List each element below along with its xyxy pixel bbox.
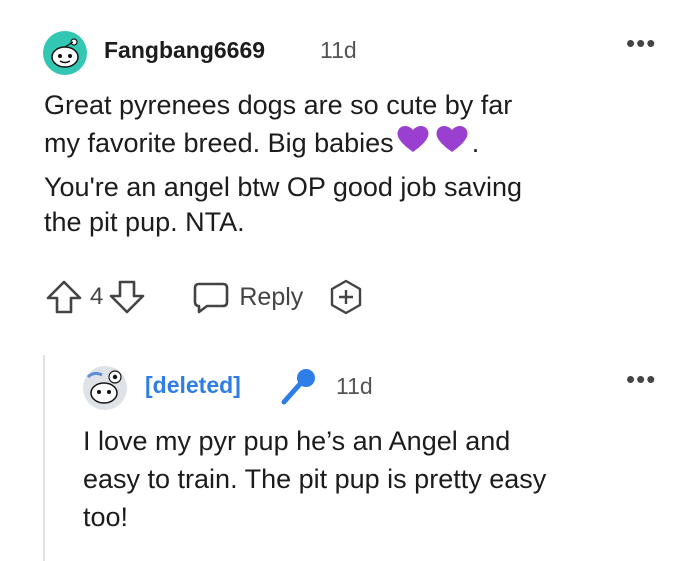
downvote-icon[interactable] (107, 279, 147, 315)
body-line: too! (83, 502, 129, 532)
body-line-text: my favorite breed. Big babies (44, 128, 394, 158)
thread-line[interactable] (43, 355, 45, 561)
deleted-username: [deleted] (145, 372, 241, 398)
purple-heart-icon (397, 125, 468, 152)
body-line: easy to train. The pit pup is pretty eas… (83, 464, 547, 494)
vote-count: 4 (90, 283, 104, 310)
comment-bubble-icon (194, 282, 229, 314)
username[interactable]: Fangbang6669 (104, 37, 265, 64)
reply-label: Reply (239, 282, 304, 311)
body-line: the pit pup. NTA. (44, 207, 245, 237)
more-options-icon[interactable]: ••• (626, 30, 656, 56)
body-line: Great pyrenees dogs are so cute by far (44, 90, 513, 120)
microphone-icon (281, 369, 315, 405)
reply-button[interactable]: Reply (191, 279, 303, 315)
comment-age: 11d (320, 37, 357, 63)
body-line-text: . (471, 128, 480, 158)
user-avatar[interactable] (42, 30, 88, 76)
body-line: I love my pyr pup he’s an Angel and (83, 426, 511, 456)
more-options-icon[interactable]: ••• (626, 366, 656, 392)
deleted-user-avatar (83, 366, 127, 410)
award-icon[interactable] (327, 278, 365, 316)
upvote-icon[interactable] (44, 279, 84, 315)
body-line: my favorite breed. Big babies . (44, 122, 479, 160)
reply-age: 11d (336, 373, 373, 399)
comment-actions: 4 Reply (44, 278, 365, 316)
body-line: You're an angel btw OP good job saving (44, 172, 523, 202)
